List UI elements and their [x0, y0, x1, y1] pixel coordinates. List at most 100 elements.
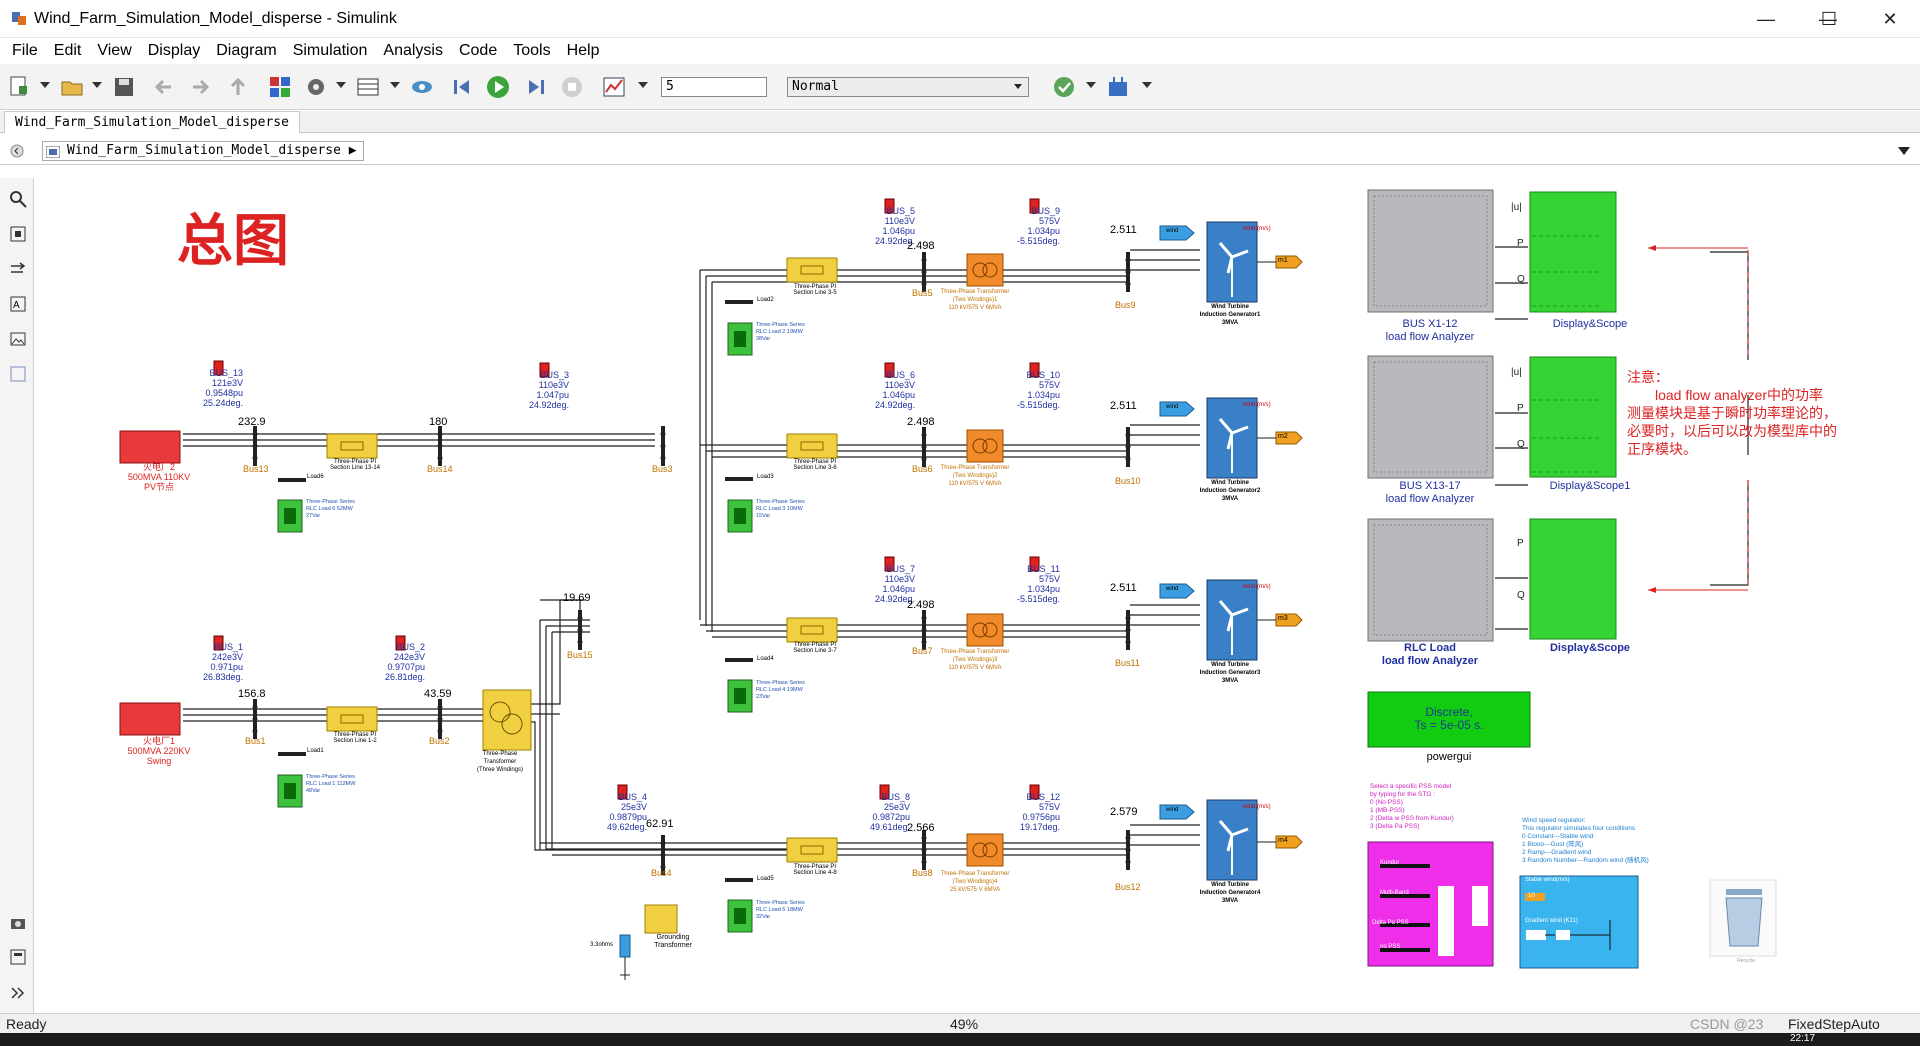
- menu-help[interactable]: Help: [559, 42, 608, 60]
- wind-tag: wind: [1166, 586, 1179, 592]
- bus5-measure: BUS_5 110e3V 1.046pu 24.92deg.: [874, 206, 915, 246]
- annotation-icon[interactable]: A: [7, 293, 29, 315]
- stop-time-input[interactable]: 5: [661, 77, 767, 97]
- goto-tag: m1: [1278, 257, 1288, 264]
- bus9-measure: BUS_9 575V 1.034pu -5.515deg.: [1016, 206, 1060, 246]
- bus-label: Bus9: [1115, 300, 1136, 310]
- back-arrow-icon[interactable]: [150, 73, 178, 101]
- load-label: Load5: [757, 876, 774, 882]
- bus2-measure: BUS_2 242e3V 0.9707pu 26.81deg.: [384, 642, 425, 682]
- fit-to-view-icon[interactable]: [7, 223, 29, 245]
- close-button[interactable]: ✕: [1862, 0, 1918, 38]
- explorer-dropdown-icon[interactable]: [390, 82, 400, 88]
- wind-block-value: 10: [1528, 893, 1535, 899]
- inspector-dropdown-icon[interactable]: [638, 82, 648, 88]
- bus-label: Bus8: [912, 868, 933, 878]
- menu-analysis[interactable]: Analysis: [375, 42, 451, 60]
- grounding-transformer[interactable]: [644, 904, 678, 934]
- menu-diagram[interactable]: Diagram: [208, 42, 284, 60]
- build-dropdown-icon[interactable]: [1142, 82, 1152, 88]
- recycle-label: Recycle: [1737, 958, 1755, 964]
- new-dropdown-icon[interactable]: [40, 82, 50, 88]
- two-winding-transformers: [966, 253, 1004, 867]
- save-icon[interactable]: [110, 73, 138, 101]
- turbine-label: Wind Turbine Induction Generator1 3MVA: [1199, 304, 1261, 326]
- up-arrow-icon[interactable]: [224, 73, 252, 101]
- wind-port: wind (m/s): [1243, 402, 1271, 408]
- taskbar: 22:17: [0, 1033, 1920, 1046]
- generator-block-2[interactable]: [119, 430, 181, 464]
- open-dropdown-icon[interactable]: [92, 82, 102, 88]
- data-inspector-icon[interactable]: [600, 73, 628, 101]
- property-inspector-icon[interactable]: [7, 946, 29, 968]
- note-text: 注意： load flow analyzer中的功率测量模块是基于瞬时功率理论的…: [1627, 369, 1837, 457]
- open-folder-icon[interactable]: [58, 73, 86, 101]
- build-model-icon[interactable]: [1104, 73, 1132, 101]
- new-model-icon[interactable]: [6, 73, 34, 101]
- forward-arrow-icon[interactable]: [186, 73, 214, 101]
- screenshot-icon[interactable]: [7, 912, 29, 934]
- pss-option: Kundur: [1380, 860, 1400, 866]
- menu-simulation[interactable]: Simulation: [285, 42, 376, 60]
- menu-code[interactable]: Code: [451, 42, 505, 60]
- bus12-measure: BUS_12 575V 0.9756pu 19.17deg.: [1019, 792, 1060, 832]
- rlc-load-label: Three-Phase Series RLC Load 4 19MW 23Var: [756, 680, 805, 700]
- address-dropdown-icon[interactable]: [1898, 147, 1910, 155]
- check-dropdown-icon[interactable]: [1086, 82, 1096, 88]
- flow-value: 2.566: [907, 822, 935, 834]
- grounding-resistor-label: 3.3ohms: [590, 942, 614, 948]
- bus-label: Bus6: [912, 464, 933, 474]
- maximize-button[interactable]: ☐: [1801, 0, 1857, 38]
- flow-value: 43.59: [424, 688, 452, 700]
- area-icon[interactable]: [7, 363, 29, 385]
- generator-block-1[interactable]: [119, 702, 181, 736]
- expand-chevron-icon[interactable]: [7, 982, 29, 1004]
- load-label: Load2: [757, 297, 774, 303]
- settings-gear-icon[interactable]: [302, 73, 330, 101]
- scope-label: Display&Scope1: [1549, 480, 1631, 492]
- solver-status: FixedStepAuto: [1788, 1016, 1880, 1032]
- wind-regulator-instructions: Wind speed regulator: This regulator simu…: [1522, 817, 1649, 864]
- transformer-label: Three-Phase Transformer (Two Windings)1 11…: [940, 289, 1010, 311]
- arrow-icon[interactable]: [7, 258, 29, 280]
- zoom-icon[interactable]: [7, 188, 29, 210]
- wind-block-label: Gradient wind (K11): [1525, 918, 1578, 924]
- recycle-bin-icon[interactable]: [1709, 879, 1777, 957]
- bus-label: Bus10: [1115, 476, 1141, 486]
- tab-bar: Wind_Farm_Simulation_Model_disperse: [0, 111, 1920, 133]
- menu-file[interactable]: File: [4, 42, 46, 60]
- menu-view[interactable]: View: [89, 42, 139, 60]
- check-model-icon[interactable]: [1050, 73, 1078, 101]
- model-canvas[interactable]: 总图 火电厂2 500MVA 110KV PV节点 火电厂1 500MVA 220KV…: [35, 166, 1920, 1013]
- bus3-measure: BUS_3 110e3V 1.047pu 24.92deg.: [528, 370, 569, 410]
- run-button[interactable]: [484, 73, 512, 101]
- flow-value: 232.9: [238, 416, 266, 428]
- step-back-icon[interactable]: [448, 73, 476, 101]
- step-forward-icon[interactable]: [522, 73, 550, 101]
- menu-tools[interactable]: Tools: [505, 42, 558, 60]
- flow-value: 156.8: [238, 688, 266, 700]
- library-browser-icon[interactable]: [266, 73, 294, 101]
- menu-display[interactable]: Display: [140, 42, 208, 60]
- chevron-down-icon: [1014, 84, 1022, 89]
- transformer-label: Three-Phase Transformer (Two Windings)2 11…: [940, 465, 1010, 487]
- step-back-config-icon[interactable]: [408, 73, 436, 101]
- settings-dropdown-icon[interactable]: [336, 82, 346, 88]
- minimize-button[interactable]: —: [1738, 0, 1794, 38]
- stop-button[interactable]: [558, 73, 586, 101]
- menu-edit[interactable]: Edit: [46, 42, 90, 60]
- simulation-mode-select[interactable]: Normal: [787, 77, 1029, 97]
- goto-tag: m4: [1278, 837, 1288, 844]
- tab-model[interactable]: Wind_Farm_Simulation_Model_disperse: [4, 111, 300, 133]
- pss-option: no PSS: [1380, 944, 1401, 950]
- three-winding-transformer[interactable]: [482, 689, 532, 751]
- image-icon[interactable]: [7, 328, 29, 350]
- generator-2-label: 火电厂2 500MVA 110KV PV节点: [127, 462, 191, 492]
- wind-block-label: Stable wind(m/s): [1525, 877, 1570, 883]
- bus4-measure: BUS_4 25e3V 0.9879pu 49.62deg.: [606, 792, 647, 832]
- port-label: P: [1517, 403, 1524, 414]
- breadcrumb[interactable]: Wind_Farm_Simulation_Model_disperse ▶: [42, 141, 364, 161]
- diagram-big-title: 总图: [177, 208, 289, 274]
- model-explorer-icon[interactable]: [354, 73, 382, 101]
- hide-show-browser-icon[interactable]: [10, 144, 24, 158]
